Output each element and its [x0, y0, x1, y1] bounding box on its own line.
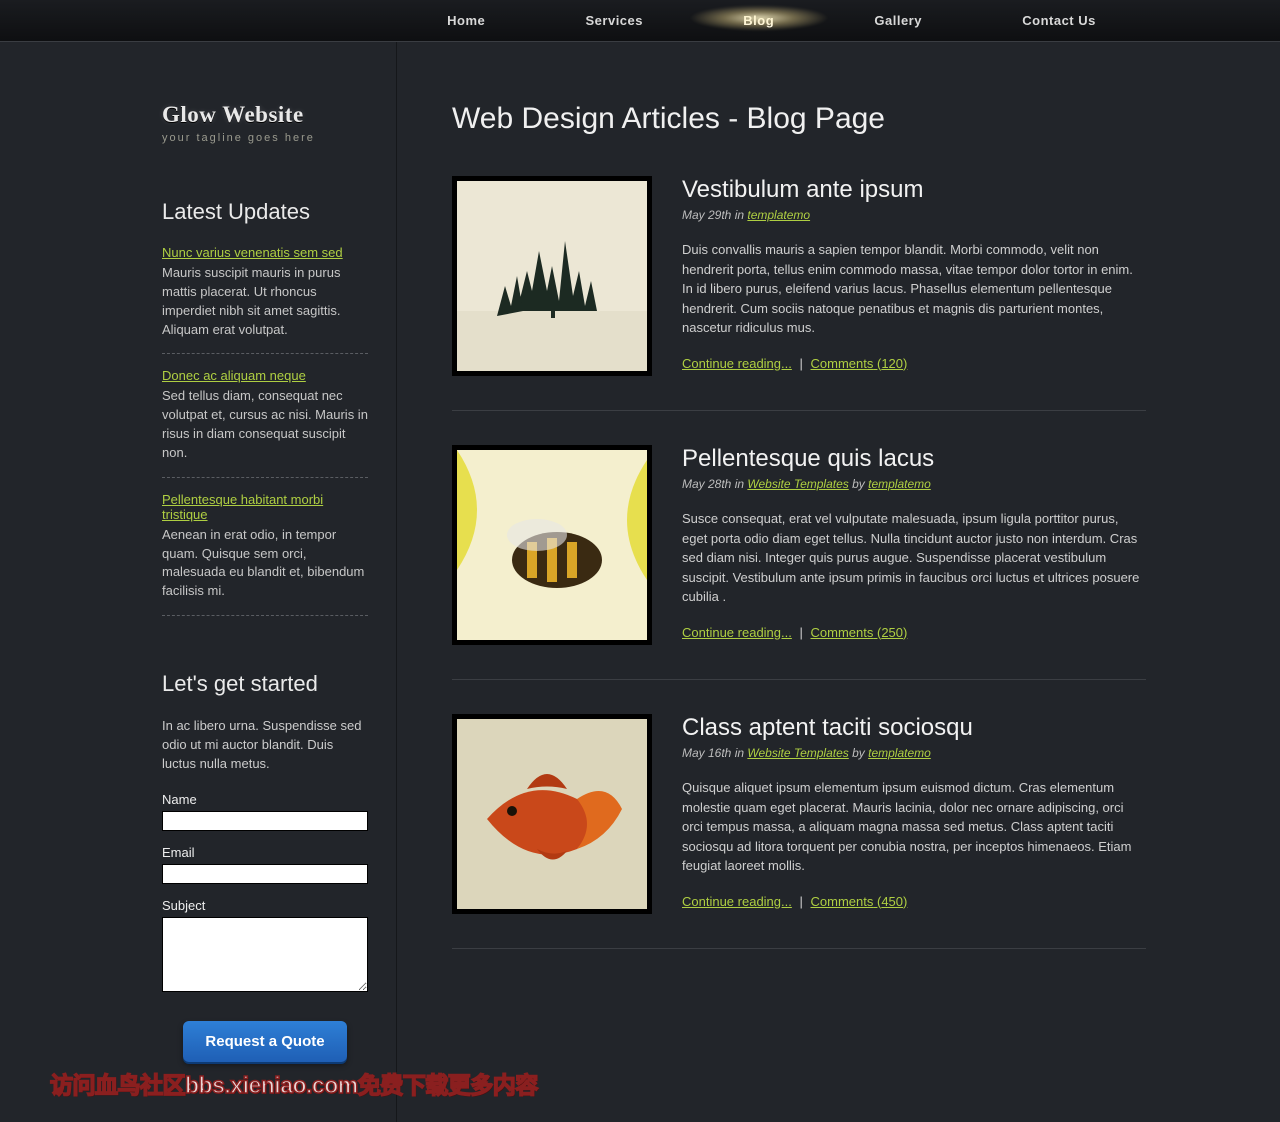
nav-services[interactable]: Services [586, 0, 644, 42]
updates-heading: Latest Updates [162, 199, 368, 225]
name-label: Name [162, 792, 368, 807]
post-category-link[interactable]: Website Templates [747, 746, 848, 760]
blog-post: Vestibulum ante ipsum May 29th in templa… [452, 176, 1146, 411]
post-category-link[interactable]: templatemo [747, 208, 810, 222]
page-title: Web Design Articles - Blog Page [452, 102, 1146, 136]
post-excerpt: Susce consequat, erat vel vulputate male… [682, 509, 1146, 607]
continue-reading-link[interactable]: Continue reading... [682, 894, 792, 909]
nav-contact[interactable]: Contact Us [1022, 0, 1096, 42]
post-meta: May 16th in Website Templates by templat… [682, 746, 1146, 760]
post-author-link[interactable]: templatemo [868, 746, 931, 760]
update-item: Nunc varius venenatis sem sed Mauris sus… [162, 245, 368, 354]
comments-link[interactable]: Comments (120) [811, 356, 908, 371]
email-field[interactable] [162, 864, 368, 884]
update-text: Sed tellus diam, consequat nec volutpat … [162, 387, 368, 462]
post-thumbnail [452, 445, 652, 645]
post-title: Class aptent taciti sociosqu [682, 714, 1146, 742]
site-logo: Glow Website [162, 102, 368, 128]
form-heading: Let's get started [162, 671, 368, 697]
request-quote-button[interactable]: Request a Quote [183, 1021, 346, 1062]
post-title: Vestibulum ante ipsum [682, 176, 1146, 204]
form-intro: In ac libero urna. Suspendisse sed odio … [162, 717, 368, 774]
nav-gallery[interactable]: Gallery [874, 0, 922, 42]
name-field[interactable] [162, 811, 368, 831]
post-excerpt: Quisque aliquet ipsum elementum ipsum eu… [682, 778, 1146, 876]
update-link[interactable]: Donec ac aliquam neque [162, 368, 368, 383]
blog-post: Class aptent taciti sociosqu May 16th in… [452, 714, 1146, 949]
update-text: Aenean in erat odio, in tempor quam. Qui… [162, 526, 368, 601]
sidebar: Glow Website your tagline goes here Late… [134, 42, 397, 1122]
post-excerpt: Duis convallis mauris a sapien tempor bl… [682, 240, 1146, 338]
update-link[interactable]: Pellentesque habitant morbi tristique [162, 492, 368, 522]
nav-menu: Home Services Blog Gallery Contact Us [397, 0, 1146, 42]
update-link[interactable]: Nunc varius venenatis sem sed [162, 245, 368, 260]
top-nav: Home Services Blog Gallery Contact Us [0, 0, 1280, 42]
nav-blog-label: Blog [743, 13, 774, 28]
subject-label: Subject [162, 898, 368, 913]
site-tagline: your tagline goes here [162, 132, 368, 144]
separator: | [795, 894, 806, 909]
trees-icon [457, 181, 647, 371]
post-thumbnail [452, 176, 652, 376]
nav-home[interactable]: Home [447, 0, 485, 42]
update-item: Pellentesque habitant morbi tristique Ae… [162, 492, 368, 616]
post-author-link[interactable]: templatemo [868, 477, 931, 491]
email-label: Email [162, 845, 368, 860]
post-meta: May 28th in Website Templates by templat… [682, 477, 1146, 491]
blog-post: Pellentesque quis lacus May 28th in Webs… [452, 445, 1146, 680]
separator: | [795, 625, 806, 640]
comments-link[interactable]: Comments (450) [811, 894, 908, 909]
continue-reading-link[interactable]: Continue reading... [682, 625, 792, 640]
separator: | [795, 356, 806, 371]
comments-link[interactable]: Comments (250) [811, 625, 908, 640]
post-title: Pellentesque quis lacus [682, 445, 1146, 473]
goldfish-icon [457, 719, 647, 909]
update-text: Mauris suscipit mauris in purus mattis p… [162, 264, 368, 339]
post-thumbnail [452, 714, 652, 914]
post-category-link[interactable]: Website Templates [747, 477, 848, 491]
nav-blog[interactable]: Blog [743, 0, 774, 42]
post-meta: May 29th in templatemo [682, 208, 1146, 222]
continue-reading-link[interactable]: Continue reading... [682, 356, 792, 371]
bee-icon [457, 450, 647, 640]
subject-field[interactable] [162, 917, 368, 992]
main-content: Web Design Articles - Blog Page Vestibul… [397, 42, 1146, 1122]
update-item: Donec ac aliquam neque Sed tellus diam, … [162, 368, 368, 477]
